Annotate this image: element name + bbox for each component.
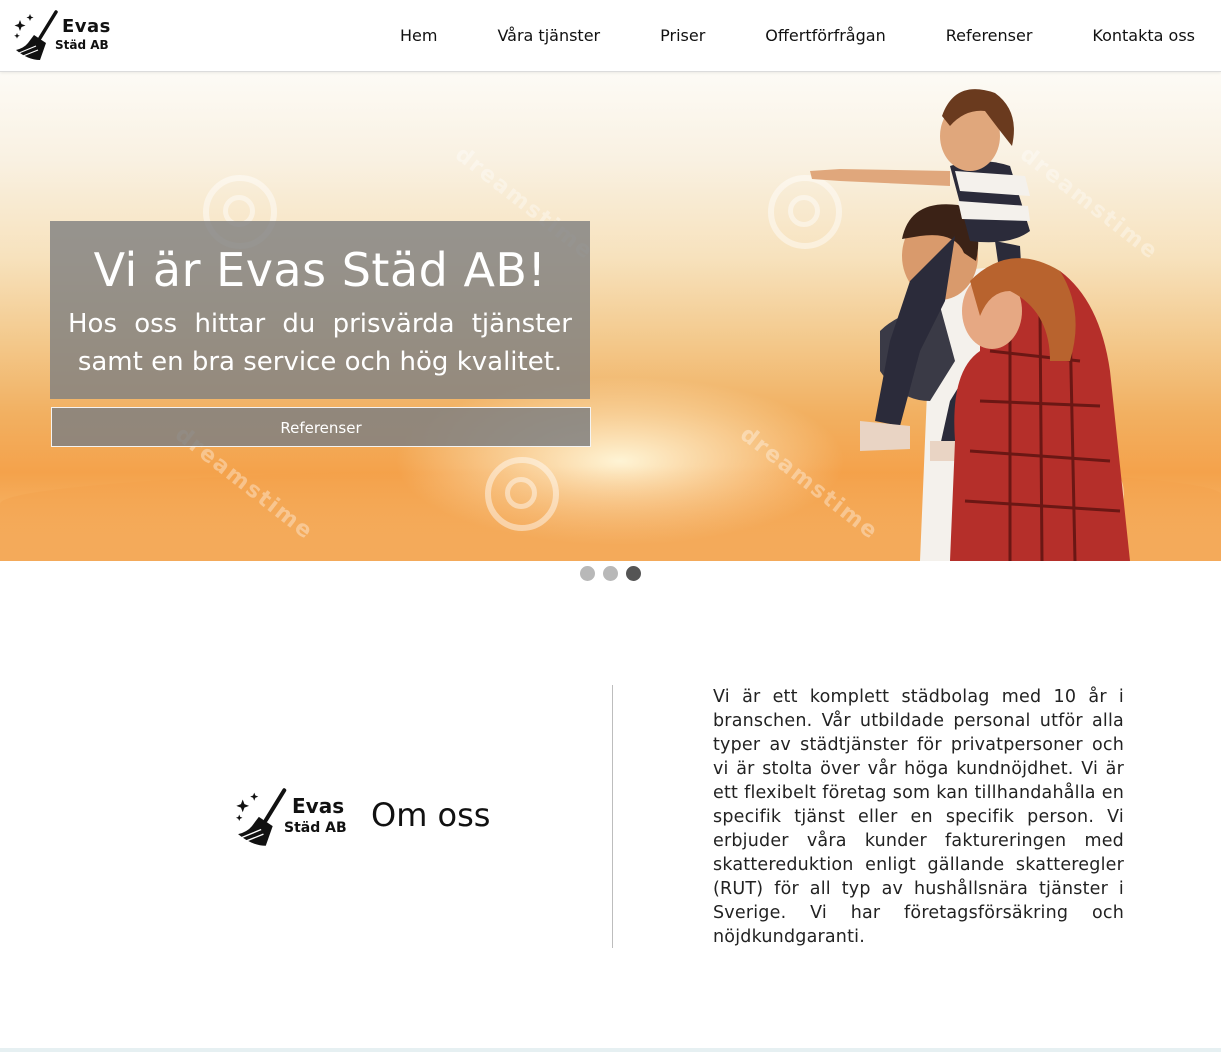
hero-family-image — [810, 89, 1130, 561]
hero-title: Vi är Evas Städ AB! — [93, 243, 547, 297]
carousel-dot-2[interactable] — [603, 566, 618, 581]
about-title: Om oss — [371, 796, 491, 834]
carousel-dot-1[interactable] — [580, 566, 595, 581]
referenser-button[interactable]: Referenser — [51, 407, 591, 447]
nav-referenser[interactable]: Referenser — [946, 26, 1033, 45]
about-logo-text-line2: Städ AB — [284, 820, 347, 836]
nav-priser[interactable]: Priser — [660, 26, 705, 45]
carousel-dot-3[interactable] — [626, 566, 641, 581]
about-divider — [612, 685, 613, 948]
page: Evas Städ AB Hem Våra tjänster Priser Of… — [0, 0, 1221, 1052]
logo-text-line1: Evas — [62, 16, 111, 37]
carousel-indicators — [0, 566, 1221, 582]
hero-caption: Vi är Evas Städ AB! Hos oss hittar du pr… — [50, 221, 590, 399]
watermark-icon — [485, 457, 559, 531]
section-bottom-edge — [0, 1048, 1221, 1052]
nav-vara-tjanster[interactable]: Våra tjänster — [497, 26, 600, 45]
broom-icon — [236, 788, 287, 846]
about-logo: Evas Städ AB — [230, 788, 355, 848]
hero-slider: dreamstime dreamstime dreamstime dreamst… — [0, 71, 1221, 561]
about-text: Vi är ett komplett städbolag med 10 år i… — [713, 687, 1124, 947]
nav-offertforfragan[interactable]: Offertförfrågan — [765, 26, 885, 45]
nav-kontakta-oss[interactable]: Kontakta oss — [1092, 26, 1195, 45]
logo-link[interactable]: Evas Städ AB — [10, 10, 120, 62]
navbar: Evas Städ AB Hem Våra tjänster Priser Of… — [0, 0, 1221, 72]
hero-subtitle: Hos oss hittar du prisvärda tjänster sam… — [68, 309, 572, 377]
broom-icon — [14, 10, 58, 60]
about-logo-text-line1: Evas — [292, 794, 345, 818]
main-nav: Hem Våra tjänster Priser Offertförfrågan… — [340, 0, 1195, 71]
logo-text-line2: Städ AB — [55, 38, 109, 52]
nav-hem[interactable]: Hem — [400, 26, 437, 45]
